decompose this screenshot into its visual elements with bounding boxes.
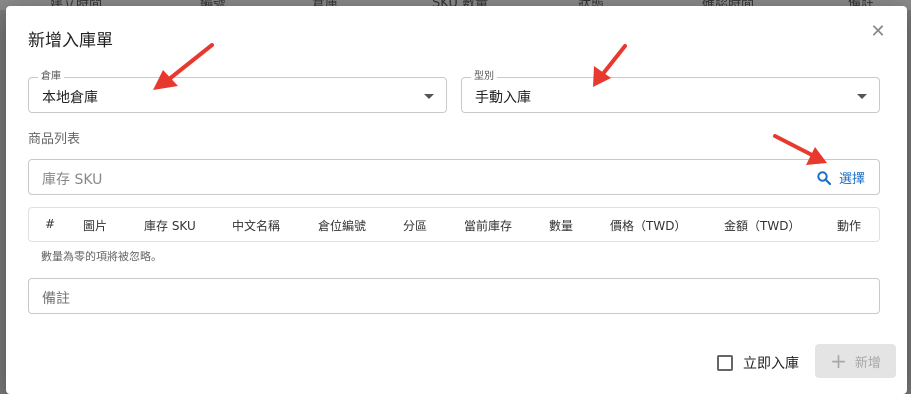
immediate-stock-in-toggle[interactable]: 立即入庫 — [717, 353, 799, 373]
caret-down-icon — [857, 94, 867, 99]
table-header-cell: 動作 — [837, 219, 862, 233]
new-stock-in-dialog: 新增入庫單 ✕ 倉庫 本地倉庫 型別 手動入庫 商品列表 庫存 SKU 選擇 #… — [6, 6, 907, 394]
warehouse-select[interactable]: 倉庫 本地倉庫 — [28, 71, 447, 113]
table-header-cell: 數量 — [549, 219, 574, 233]
add-button-label: 新增 — [854, 355, 881, 371]
warehouse-value: 本地倉庫 — [42, 90, 98, 106]
table-header-cell: 中文名稱 — [232, 219, 281, 233]
add-button[interactable]: + 新增 — [815, 344, 896, 378]
table-header-cell: 庫存 SKU — [144, 219, 196, 233]
immediate-stock-in-label: 立即入庫 — [743, 356, 799, 372]
select-sku-button[interactable]: 選擇 — [817, 168, 865, 187]
sku-search-input[interactable]: 庫存 SKU 選擇 — [28, 159, 880, 195]
dialog-title: 新增入庫單 — [28, 31, 113, 51]
type-select[interactable]: 型別 手動入庫 — [461, 71, 880, 113]
caret-down-icon — [424, 94, 434, 99]
plus-icon: + — [830, 349, 847, 373]
remark-placeholder: 備註 — [42, 291, 70, 307]
remark-input[interactable]: 備註 — [28, 278, 880, 314]
sku-search-placeholder: 庫存 SKU — [42, 172, 103, 188]
search-icon — [817, 170, 831, 185]
products-section-label: 商品列表 — [28, 132, 81, 147]
close-icon[interactable]: ✕ — [868, 22, 888, 42]
products-table: # 圖片 庫存 SKU 中文名稱 倉位編號 分區 當前庫存 數量 價格（TWD）… — [28, 207, 880, 242]
warehouse-label: 倉庫 — [38, 71, 64, 83]
type-label: 型別 — [471, 71, 497, 83]
zero-quantity-hint: 數量為零的項將被忽略。 — [41, 250, 162, 263]
table-header-cell: 當前庫存 — [464, 219, 513, 233]
table-header-cell: 分區 — [403, 219, 428, 233]
table-header-cell: # — [45, 217, 56, 231]
table-header-cell: 價格（TWD） — [610, 219, 687, 233]
type-value: 手動入庫 — [475, 90, 531, 106]
select-sku-label: 選擇 — [838, 172, 865, 187]
table-header-cell: 金額（TWD） — [724, 219, 801, 233]
table-header-cell: 倉位編號 — [318, 219, 367, 233]
table-header-cell: 圖片 — [83, 219, 108, 233]
immediate-stock-in-checkbox[interactable] — [717, 355, 733, 371]
